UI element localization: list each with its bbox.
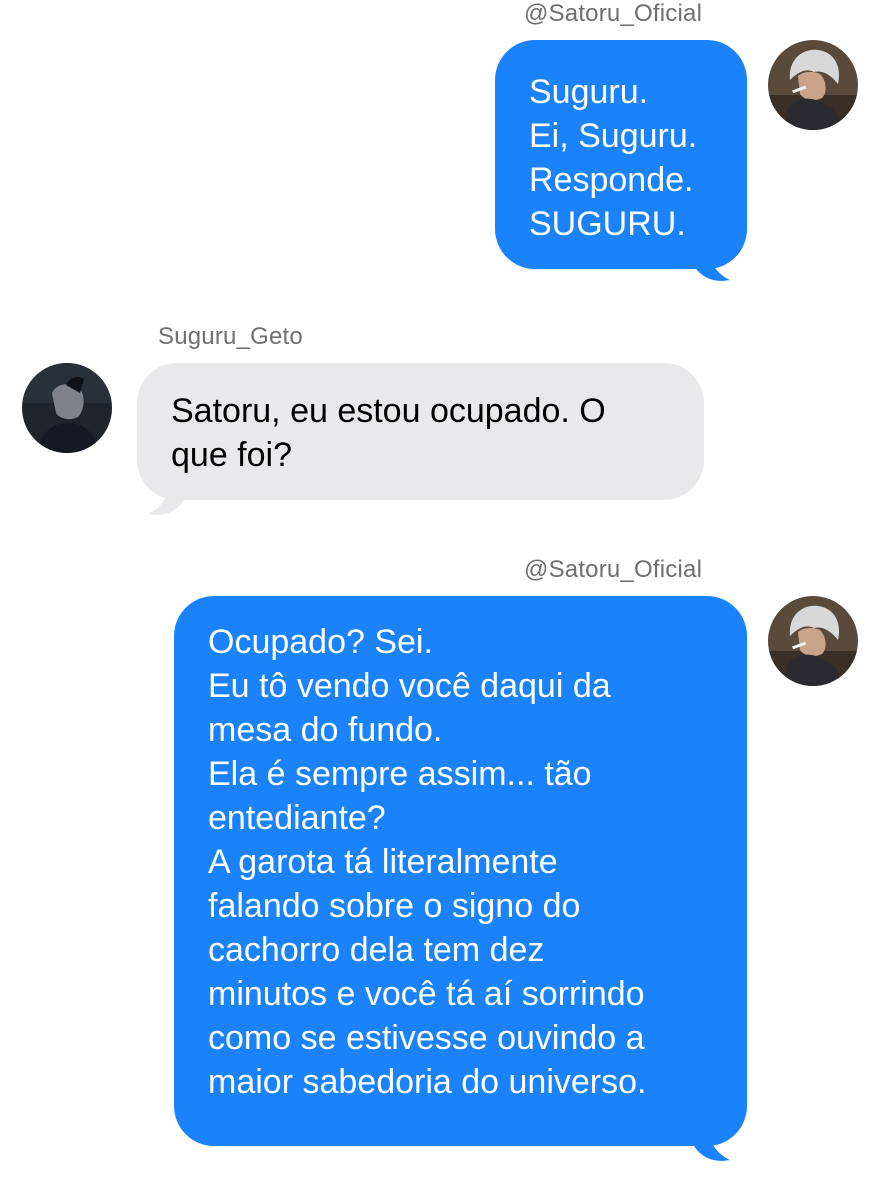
message-line: A garota tá literalmente (208, 843, 558, 881)
message-line: mesa do fundo. (208, 711, 443, 749)
message-line: Eu tô vendo você daqui da (208, 667, 611, 705)
message-line: Suguru. (529, 73, 649, 111)
sender-name: Suguru_Geto (158, 323, 303, 350)
message-line: SUGURU. (529, 205, 686, 243)
satoru-avatar[interactable] (768, 596, 858, 686)
message-bubble[interactable]: Satoru, eu estou ocupado. O que foi? (137, 363, 704, 500)
message-line: entediante? (208, 799, 386, 837)
message-bubble[interactable]: Suguru. Ei, Suguru. Responde. SUGURU. (495, 40, 747, 269)
message-line: Ei, Suguru. (529, 117, 698, 155)
message-line: Ela é sempre assim... tão (208, 755, 592, 793)
message-line: que foi? (171, 436, 292, 474)
message-line: maior sabedoria do universo. (208, 1063, 647, 1101)
message-line: Satoru, eu estou ocupado. O (171, 392, 606, 430)
message-line: minutos e você tá aí sorrindo (208, 975, 645, 1013)
message-line: Responde. (529, 161, 694, 199)
sender-name: @Satoru_Oficial (524, 0, 703, 27)
message-line: Ocupado? Sei. (208, 623, 433, 661)
suguru-avatar[interactable] (22, 363, 112, 453)
message-bubble[interactable]: Ocupado? Sei. Eu tô vendo você daqui da … (174, 596, 747, 1146)
message-line: cachorro dela tem dez (208, 931, 545, 969)
message-line: falando sobre o signo do (208, 887, 581, 925)
message-line: como se estivesse ouvindo a (208, 1019, 645, 1057)
sender-name: @Satoru_Oficial (524, 556, 703, 583)
satoru-avatar[interactable] (768, 40, 858, 130)
